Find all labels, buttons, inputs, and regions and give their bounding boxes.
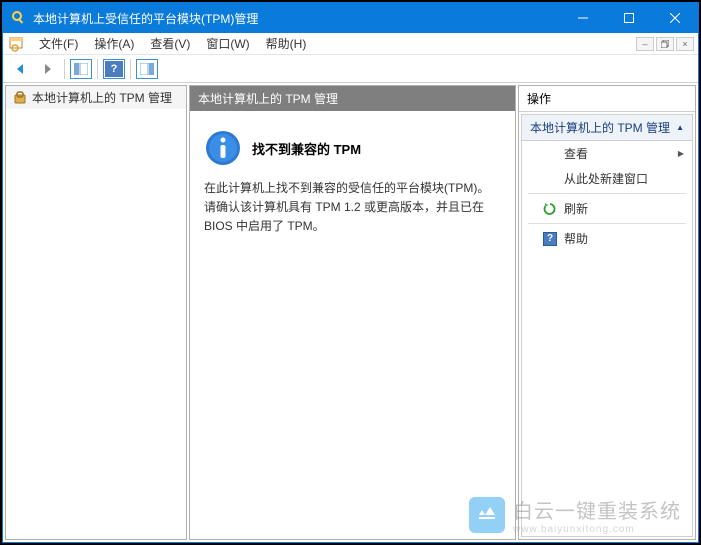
action-help[interactable]: ? 帮助 bbox=[522, 226, 692, 251]
info-title: 找不到兼容的 TPM bbox=[252, 139, 361, 158]
menu-help[interactable]: 帮助(H) bbox=[258, 33, 315, 54]
minimize-button[interactable] bbox=[560, 3, 606, 33]
mmc-icon bbox=[7, 35, 25, 53]
tpm-management-window: 本地计算机上受信任的平台模块(TPM)管理 文件(F) 操作(A) 查看(V) … bbox=[2, 2, 699, 543]
actions-group-header[interactable]: 本地计算机上的 TPM 管理 ▲ bbox=[522, 115, 692, 141]
action-refresh-label: 刷新 bbox=[564, 200, 684, 217]
help-icon: ? bbox=[542, 231, 558, 247]
action-refresh[interactable]: 刷新 bbox=[522, 196, 692, 221]
menu-view[interactable]: 查看(V) bbox=[142, 33, 198, 54]
menu-window[interactable]: 窗口(W) bbox=[198, 33, 257, 54]
actions-panel-header: 操作 bbox=[519, 86, 695, 112]
toolbar-separator bbox=[97, 59, 98, 79]
title-bar: 本地计算机上受信任的平台模块(TPM)管理 bbox=[3, 3, 698, 33]
close-button[interactable] bbox=[652, 3, 698, 33]
action-view[interactable]: 查看 ▶ bbox=[522, 141, 692, 166]
window-title: 本地计算机上受信任的平台模块(TPM)管理 bbox=[33, 10, 560, 27]
maximize-button[interactable] bbox=[606, 3, 652, 33]
action-view-label: 查看 bbox=[564, 145, 678, 162]
content-panel: 本地计算机上的 TPM 管理 找不到兼容的 TPM 在此计算机上找不到兼容的受信… bbox=[189, 85, 516, 540]
content-body: 找不到兼容的 TPM 在此计算机上找不到兼容的受信任的平台模块(TPM)。请确认… bbox=[190, 111, 515, 539]
menu-action[interactable]: 操作(A) bbox=[86, 33, 142, 54]
help-toolbar-button[interactable]: ? bbox=[103, 59, 125, 79]
body: 本地计算机上的 TPM 管理 本地计算机上的 TPM 管理 找不到兼容的 bbox=[3, 83, 698, 542]
show-hide-tree-button[interactable] bbox=[70, 59, 92, 79]
toolbar: ? bbox=[3, 55, 698, 83]
blank-icon bbox=[542, 146, 558, 162]
info-icon bbox=[204, 129, 242, 167]
action-separator bbox=[528, 223, 686, 224]
info-text: 在此计算机上找不到兼容的受信任的平台模块(TPM)。请确认该计算机具有 TPM … bbox=[204, 179, 501, 237]
toolbar-separator bbox=[64, 59, 65, 79]
menu-file[interactable]: 文件(F) bbox=[31, 33, 86, 54]
refresh-icon bbox=[542, 201, 558, 217]
action-help-label: 帮助 bbox=[564, 230, 684, 247]
tree-root-node[interactable]: 本地计算机上的 TPM 管理 bbox=[6, 86, 186, 109]
blank-icon bbox=[542, 171, 558, 187]
window-controls bbox=[560, 3, 698, 33]
console-tree-panel: 本地计算机上的 TPM 管理 bbox=[5, 85, 187, 540]
chevron-right-icon: ▶ bbox=[678, 149, 684, 158]
action-new-window-label: 从此处新建窗口 bbox=[564, 170, 684, 187]
action-new-window[interactable]: 从此处新建窗口 bbox=[522, 166, 692, 191]
show-hide-action-button[interactable] bbox=[136, 59, 158, 79]
mdi-restore-button[interactable] bbox=[656, 37, 674, 51]
collapse-icon: ▲ bbox=[676, 123, 684, 132]
content-header: 本地计算机上的 TPM 管理 bbox=[190, 86, 515, 111]
app-icon bbox=[11, 10, 27, 26]
mdi-minimize-button[interactable]: – bbox=[636, 37, 654, 51]
mdi-close-button[interactable]: × bbox=[676, 37, 694, 51]
actions-group-label: 本地计算机上的 TPM 管理 bbox=[530, 119, 670, 136]
action-separator bbox=[528, 193, 686, 194]
menu-bar: 文件(F) 操作(A) 查看(V) 窗口(W) 帮助(H) – × bbox=[3, 33, 698, 55]
tpm-node-icon bbox=[12, 90, 28, 106]
nav-back-button[interactable] bbox=[9, 57, 33, 81]
actions-panel: 操作 本地计算机上的 TPM 管理 ▲ 查看 ▶ 从此处新建窗口 bbox=[518, 85, 696, 540]
tree-root-label: 本地计算机上的 TPM 管理 bbox=[32, 89, 172, 106]
nav-forward-button[interactable] bbox=[35, 57, 59, 81]
toolbar-separator bbox=[130, 59, 131, 79]
